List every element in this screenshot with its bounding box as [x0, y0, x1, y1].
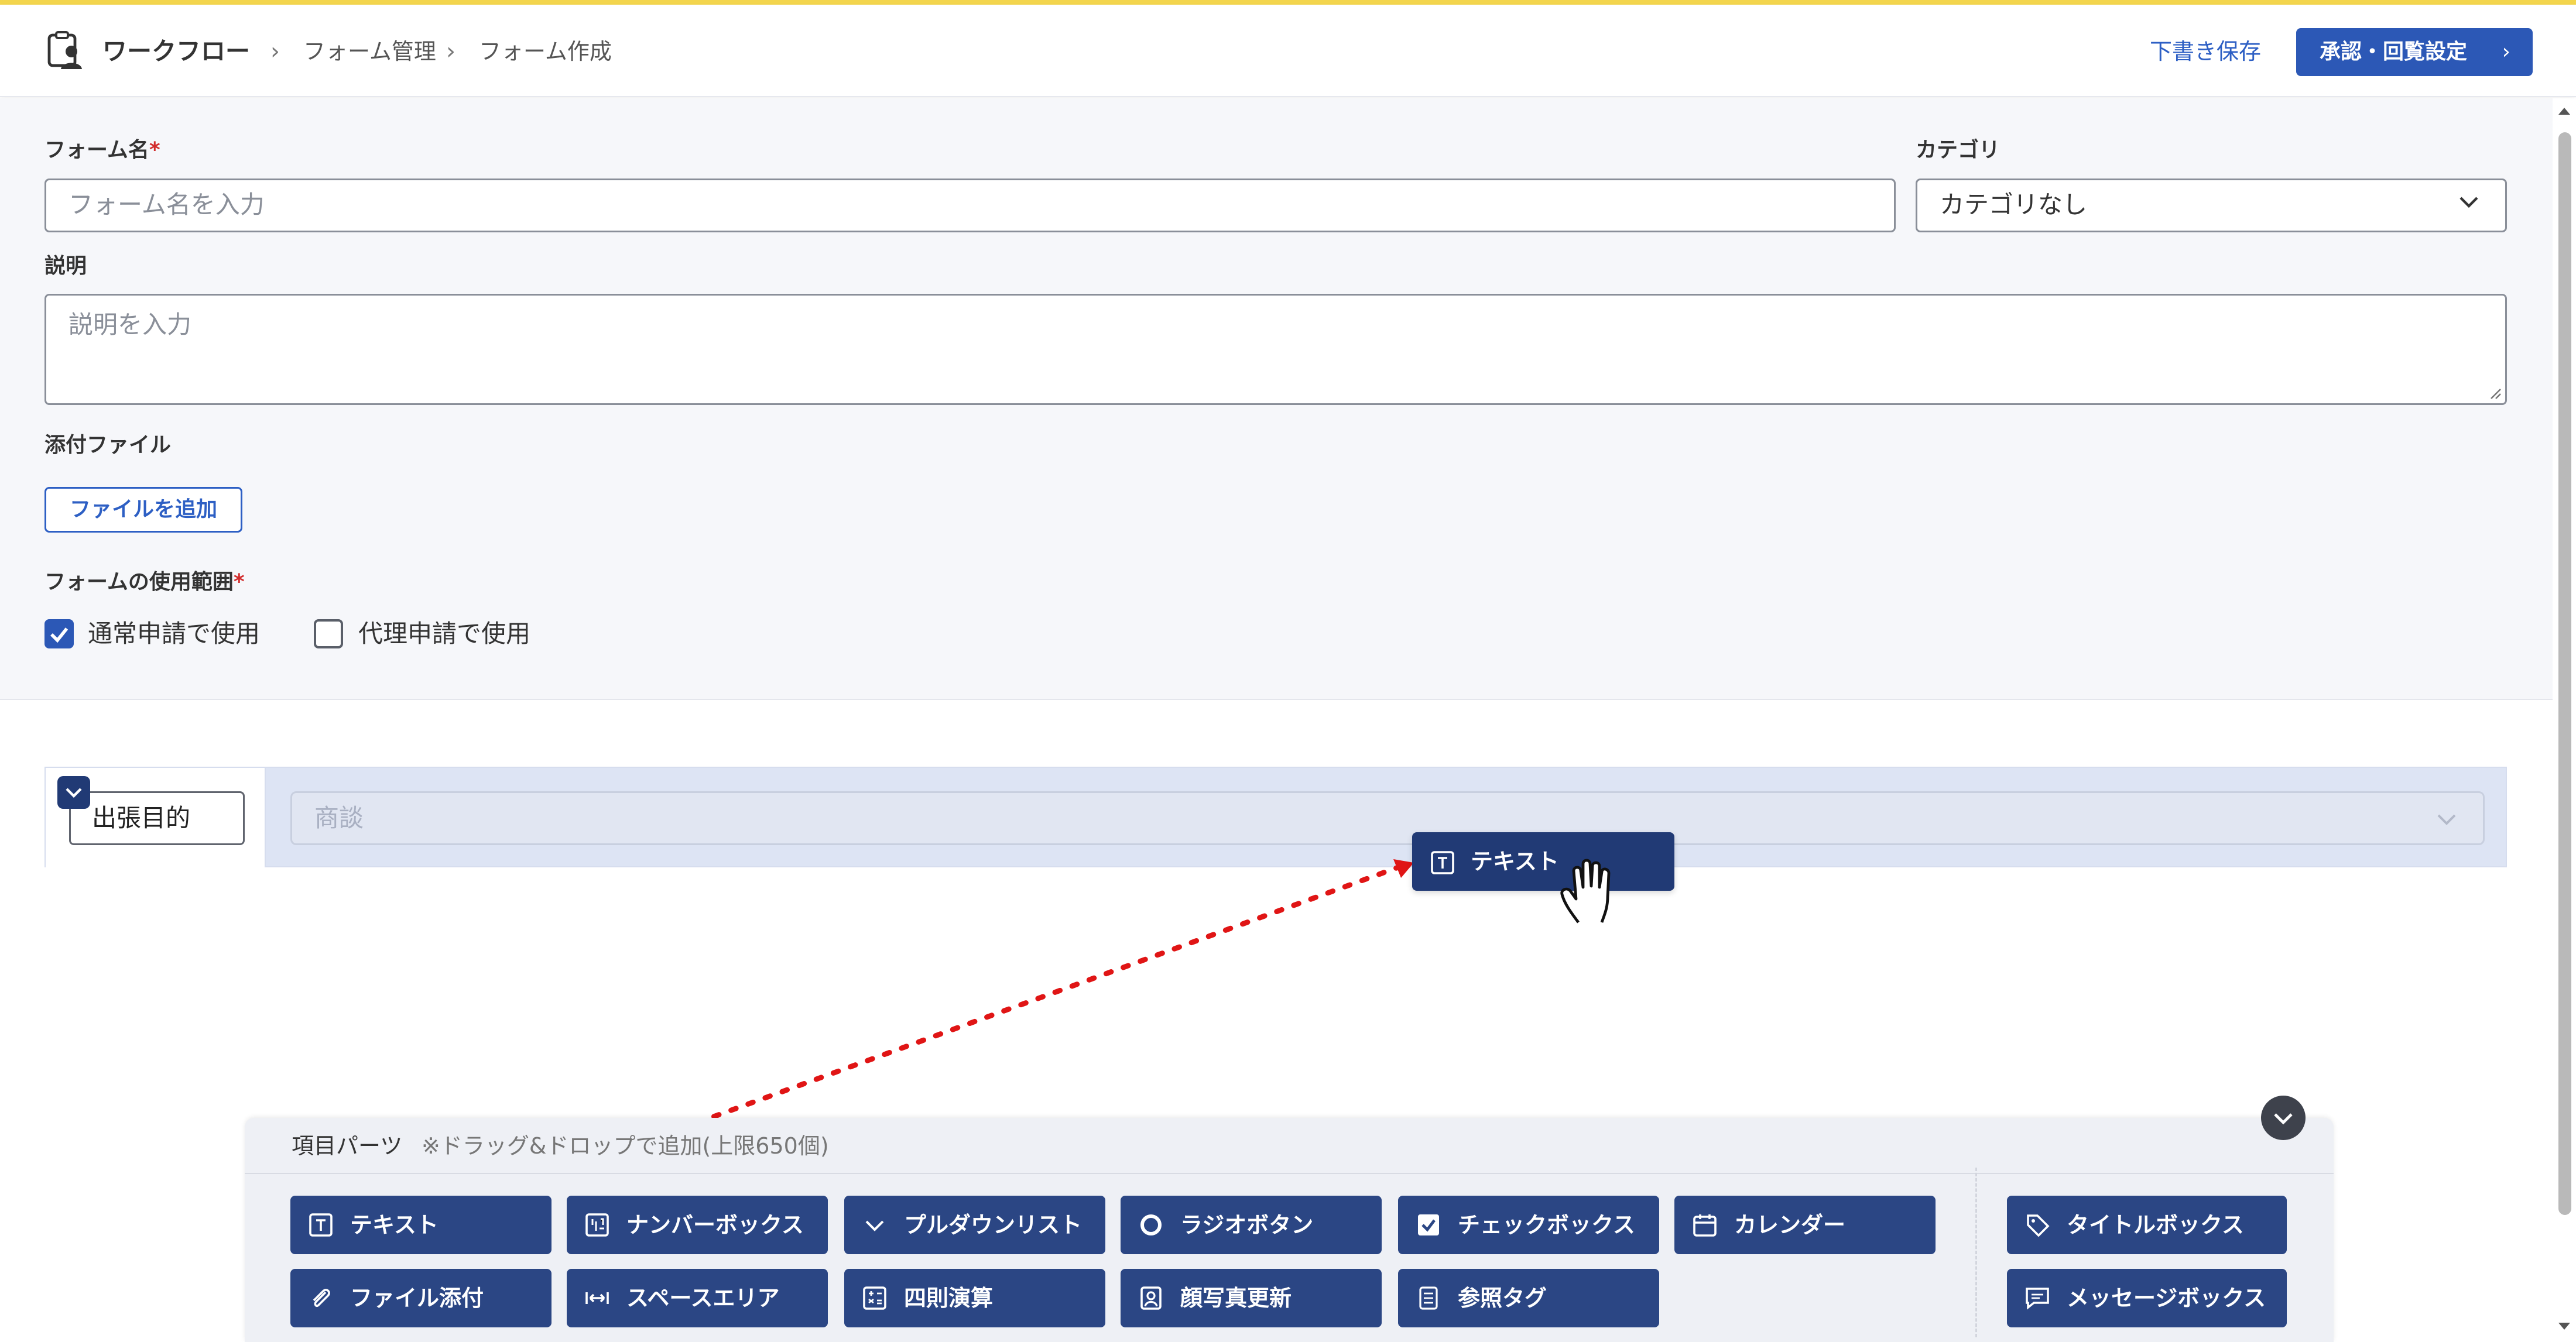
- category-value: カテゴリなし: [1940, 190, 2088, 219]
- chevron-down-icon: [2274, 1113, 2293, 1125]
- scrollbar-thumb[interactable]: [2558, 132, 2571, 1215]
- part-label: メッセージボックス: [2067, 1285, 2266, 1311]
- usage-scope-label: フォームの使用範囲*: [44, 570, 245, 594]
- resize-grip-icon[interactable]: [2489, 387, 2502, 400]
- part-file-attachment[interactable]: ファイル添付: [290, 1269, 551, 1327]
- part-label: ラジオボタン: [1180, 1212, 1314, 1238]
- description-label: 説明: [44, 254, 87, 278]
- scroll-down-icon[interactable]: [2556, 1318, 2572, 1334]
- part-message-box[interactable]: メッセージボックス: [2007, 1269, 2287, 1327]
- part-label: ファイル添付: [350, 1285, 484, 1311]
- part-reference-tag[interactable]: 参照タグ: [1398, 1269, 1659, 1327]
- tag-icon: [2027, 1214, 2050, 1237]
- calendar-icon: [1693, 1214, 1717, 1237]
- app-title: ワークフロー: [102, 37, 251, 66]
- number-box-icon: [585, 1213, 609, 1237]
- chevron-down-icon: [865, 1220, 884, 1231]
- part-title-box[interactable]: タイトルボックス: [2007, 1196, 2287, 1254]
- accent-top-line: [0, 0, 2576, 5]
- approval-settings-label: 承認・回覧設定: [2320, 40, 2468, 64]
- part-dropdown-list[interactable]: プルダウンリスト: [844, 1196, 1105, 1254]
- dragged-part-label: テキスト: [1471, 849, 1559, 874]
- palette-note: ※ドラッグ&ドロップで追加(上限650個): [422, 1133, 829, 1159]
- part-label: タイトルボックス: [2067, 1212, 2244, 1238]
- part-checkbox[interactable]: チェックボックス: [1398, 1196, 1659, 1254]
- radio-icon: [1140, 1214, 1162, 1235]
- part-arithmetic[interactable]: 四則演算: [844, 1269, 1105, 1327]
- part-space-area[interactable]: スペースエリア: [567, 1269, 828, 1327]
- text-icon: [1431, 851, 1454, 874]
- part-label: カレンダー: [1734, 1212, 1846, 1238]
- portrait-icon: [1140, 1286, 1162, 1310]
- field-preview-select[interactable]: 商談: [290, 791, 2485, 845]
- part-label: テキスト: [350, 1212, 439, 1238]
- part-label: プルダウンリスト: [904, 1212, 1083, 1238]
- part-label: 参照タグ: [1458, 1285, 1547, 1311]
- palette-header: 項目パーツ ※ドラッグ&ドロップで追加(上限650個): [245, 1118, 2334, 1174]
- form-name-label: フォーム名*: [44, 138, 160, 162]
- part-label: 顔写真更新: [1180, 1285, 1292, 1311]
- part-radio-button[interactable]: ラジオボタン: [1121, 1196, 1382, 1254]
- form-field-row[interactable]: 出張目的 商談: [44, 767, 2507, 867]
- part-text[interactable]: テキスト: [290, 1196, 551, 1254]
- field-collapse-toggle[interactable]: [57, 776, 90, 809]
- dragged-text-part[interactable]: テキスト: [1412, 832, 1674, 891]
- form-name-input[interactable]: フォーム名を入力: [44, 179, 1896, 232]
- description-placeholder: 説明を入力: [68, 310, 192, 339]
- grab-hand-cursor-icon: [1560, 859, 1611, 924]
- part-label: スペースエリア: [626, 1285, 780, 1311]
- part-calendar[interactable]: カレンダー: [1674, 1196, 1936, 1254]
- description-textarea[interactable]: 説明を入力: [44, 294, 2507, 405]
- palette-title: 項目パーツ: [292, 1133, 403, 1159]
- space-icon: [585, 1292, 609, 1304]
- required-mark: *: [233, 570, 245, 594]
- required-mark: *: [149, 138, 160, 162]
- breadcrumb-separator-icon: ›: [446, 38, 455, 65]
- palette-collapse-button[interactable]: [2261, 1096, 2306, 1140]
- chevron-down-icon: [2459, 197, 2478, 208]
- part-number-box[interactable]: ナンバーボックス: [567, 1196, 828, 1254]
- breadcrumb-form-create: フォーム作成: [479, 39, 612, 64]
- attachment-label: 添付ファイル: [44, 433, 172, 457]
- checkbox-icon: [1418, 1214, 1439, 1235]
- paperclip-icon: [313, 1289, 330, 1307]
- field-label-cell: 出張目的: [46, 768, 266, 867]
- field-label-input[interactable]: 出張目的: [69, 791, 245, 845]
- category-select[interactable]: カテゴリなし: [1916, 179, 2507, 232]
- chevron-down-icon: [66, 788, 82, 798]
- add-file-button[interactable]: ファイルを追加: [44, 487, 242, 533]
- proxy-application-label[interactable]: 代理申請で使用: [358, 617, 530, 650]
- palette-divider: [1975, 1168, 1977, 1337]
- proxy-application-checkbox[interactable]: [314, 619, 343, 648]
- approval-settings-button[interactable]: 承認・回覧設定 ›: [2296, 28, 2533, 76]
- chevron-down-icon: [2437, 814, 2456, 825]
- breadcrumb-form-management[interactable]: フォーム管理: [303, 35, 436, 68]
- part-photo-update[interactable]: 顔写真更新: [1121, 1269, 1382, 1327]
- part-label: 四則演算: [904, 1285, 994, 1311]
- normal-application-checkbox[interactable]: [44, 619, 74, 648]
- reference-icon: [1419, 1286, 1438, 1310]
- category-label: カテゴリ: [1916, 138, 2000, 162]
- chevron-right-icon: ›: [2502, 40, 2510, 64]
- part-label: チェックボックス: [1458, 1212, 1635, 1238]
- breadcrumb-separator-icon: ›: [270, 38, 280, 65]
- workflow-app-icon: [47, 31, 82, 69]
- calculator-icon: [863, 1286, 886, 1310]
- save-draft-button[interactable]: 下書き保存: [2150, 34, 2261, 69]
- part-label: ナンバーボックス: [626, 1212, 804, 1238]
- text-icon: [309, 1213, 333, 1237]
- normal-application-label[interactable]: 通常申請で使用: [88, 617, 260, 650]
- check-icon: [50, 627, 68, 643]
- field-preview-value: 商談: [314, 804, 364, 832]
- message-icon: [2026, 1288, 2049, 1310]
- scroll-up-icon[interactable]: [2556, 103, 2572, 119]
